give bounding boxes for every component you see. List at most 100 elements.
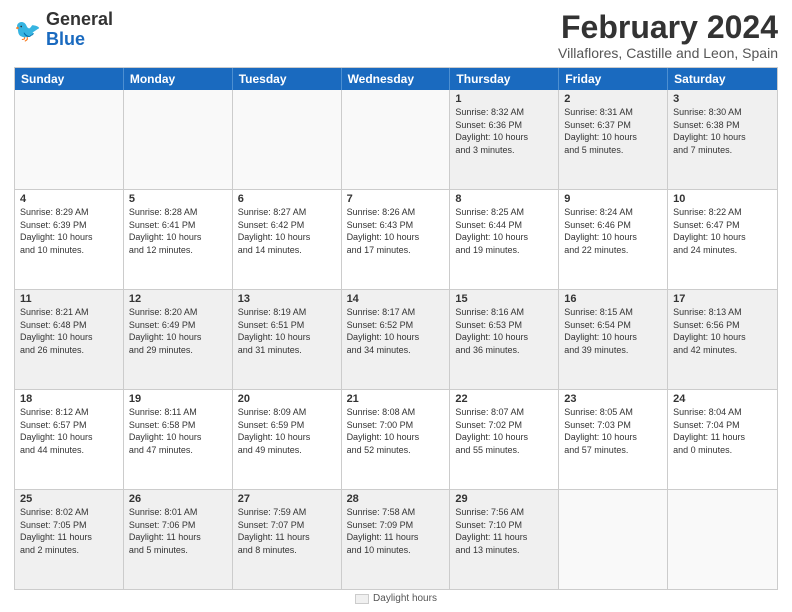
calendar-cell: 20Sunrise: 8:09 AM Sunset: 6:59 PM Dayli… bbox=[233, 390, 342, 489]
day-info: Sunrise: 8:01 AM Sunset: 7:06 PM Dayligh… bbox=[129, 506, 227, 556]
day-info: Sunrise: 8:20 AM Sunset: 6:49 PM Dayligh… bbox=[129, 306, 227, 356]
calendar-cell: 8Sunrise: 8:25 AM Sunset: 6:44 PM Daylig… bbox=[450, 190, 559, 289]
day-number: 21 bbox=[347, 393, 445, 405]
day-number: 28 bbox=[347, 493, 445, 505]
calendar-header: SundayMondayTuesdayWednesdayThursdayFrid… bbox=[15, 68, 777, 90]
day-info: Sunrise: 8:22 AM Sunset: 6:47 PM Dayligh… bbox=[673, 206, 772, 256]
calendar-cell: 28Sunrise: 7:58 AM Sunset: 7:09 PM Dayli… bbox=[342, 490, 451, 589]
subtitle: Villaflores, Castille and Leon, Spain bbox=[558, 45, 778, 61]
day-number: 14 bbox=[347, 293, 445, 305]
day-number: 15 bbox=[455, 293, 553, 305]
day-info: Sunrise: 8:11 AM Sunset: 6:58 PM Dayligh… bbox=[129, 406, 227, 456]
day-number: 16 bbox=[564, 293, 662, 305]
day-info: Sunrise: 8:31 AM Sunset: 6:37 PM Dayligh… bbox=[564, 106, 662, 156]
day-number: 1 bbox=[455, 93, 553, 105]
day-info: Sunrise: 8:12 AM Sunset: 6:57 PM Dayligh… bbox=[20, 406, 118, 456]
calendar-cell: 19Sunrise: 8:11 AM Sunset: 6:58 PM Dayli… bbox=[124, 390, 233, 489]
calendar-cell: 5Sunrise: 8:28 AM Sunset: 6:41 PM Daylig… bbox=[124, 190, 233, 289]
calendar-cell: 25Sunrise: 8:02 AM Sunset: 7:05 PM Dayli… bbox=[15, 490, 124, 589]
day-number: 23 bbox=[564, 393, 662, 405]
day-info: Sunrise: 8:19 AM Sunset: 6:51 PM Dayligh… bbox=[238, 306, 336, 356]
calendar-cell: 3Sunrise: 8:30 AM Sunset: 6:38 PM Daylig… bbox=[668, 90, 777, 189]
day-info: Sunrise: 8:28 AM Sunset: 6:41 PM Dayligh… bbox=[129, 206, 227, 256]
calendar-cell: 10Sunrise: 8:22 AM Sunset: 6:47 PM Dayli… bbox=[668, 190, 777, 289]
calendar-cell: 1Sunrise: 8:32 AM Sunset: 6:36 PM Daylig… bbox=[450, 90, 559, 189]
day-number: 4 bbox=[20, 193, 118, 205]
calendar-cell: 2Sunrise: 8:31 AM Sunset: 6:37 PM Daylig… bbox=[559, 90, 668, 189]
day-number: 27 bbox=[238, 493, 336, 505]
legend-box bbox=[355, 594, 369, 604]
calendar-cell: 18Sunrise: 8:12 AM Sunset: 6:57 PM Dayli… bbox=[15, 390, 124, 489]
calendar-row-0: 1Sunrise: 8:32 AM Sunset: 6:36 PM Daylig… bbox=[15, 90, 777, 189]
title-area: February 2024 Villaflores, Castille and … bbox=[558, 10, 778, 61]
legend-label: Daylight hours bbox=[373, 593, 437, 604]
calendar: SundayMondayTuesdayWednesdayThursdayFrid… bbox=[14, 67, 778, 590]
calendar-cell: 14Sunrise: 8:17 AM Sunset: 6:52 PM Dayli… bbox=[342, 290, 451, 389]
day-number: 26 bbox=[129, 493, 227, 505]
day-info: Sunrise: 7:58 AM Sunset: 7:09 PM Dayligh… bbox=[347, 506, 445, 556]
day-info: Sunrise: 7:56 AM Sunset: 7:10 PM Dayligh… bbox=[455, 506, 553, 556]
calendar-cell: 27Sunrise: 7:59 AM Sunset: 7:07 PM Dayli… bbox=[233, 490, 342, 589]
day-number: 20 bbox=[238, 393, 336, 405]
day-info: Sunrise: 8:21 AM Sunset: 6:48 PM Dayligh… bbox=[20, 306, 118, 356]
day-number: 29 bbox=[455, 493, 553, 505]
calendar-cell bbox=[668, 490, 777, 589]
calendar-cell: 23Sunrise: 8:05 AM Sunset: 7:03 PM Dayli… bbox=[559, 390, 668, 489]
day-number: 2 bbox=[564, 93, 662, 105]
month-title: February 2024 bbox=[558, 10, 778, 45]
logo-line2: Blue bbox=[46, 29, 85, 49]
calendar-cell: 16Sunrise: 8:15 AM Sunset: 6:54 PM Dayli… bbox=[559, 290, 668, 389]
calendar-cell: 29Sunrise: 7:56 AM Sunset: 7:10 PM Dayli… bbox=[450, 490, 559, 589]
day-info: Sunrise: 8:30 AM Sunset: 6:38 PM Dayligh… bbox=[673, 106, 772, 156]
calendar-row-2: 11Sunrise: 8:21 AM Sunset: 6:48 PM Dayli… bbox=[15, 289, 777, 389]
calendar-cell: 6Sunrise: 8:27 AM Sunset: 6:42 PM Daylig… bbox=[233, 190, 342, 289]
day-number: 7 bbox=[347, 193, 445, 205]
calendar-cell: 15Sunrise: 8:16 AM Sunset: 6:53 PM Dayli… bbox=[450, 290, 559, 389]
calendar-cell: 13Sunrise: 8:19 AM Sunset: 6:51 PM Dayli… bbox=[233, 290, 342, 389]
header: 🐦 General Blue February 2024 Villaflores… bbox=[14, 10, 778, 61]
day-number: 5 bbox=[129, 193, 227, 205]
calendar-row-1: 4Sunrise: 8:29 AM Sunset: 6:39 PM Daylig… bbox=[15, 189, 777, 289]
day-number: 18 bbox=[20, 393, 118, 405]
day-number: 19 bbox=[129, 393, 227, 405]
day-number: 8 bbox=[455, 193, 553, 205]
day-info: Sunrise: 8:15 AM Sunset: 6:54 PM Dayligh… bbox=[564, 306, 662, 356]
calendar-cell: 4Sunrise: 8:29 AM Sunset: 6:39 PM Daylig… bbox=[15, 190, 124, 289]
calendar-cell bbox=[342, 90, 451, 189]
day-info: Sunrise: 8:26 AM Sunset: 6:43 PM Dayligh… bbox=[347, 206, 445, 256]
day-number: 9 bbox=[564, 193, 662, 205]
day-header-tuesday: Tuesday bbox=[233, 68, 342, 90]
day-info: Sunrise: 7:59 AM Sunset: 7:07 PM Dayligh… bbox=[238, 506, 336, 556]
svg-text:🐦: 🐦 bbox=[14, 18, 41, 43]
calendar-cell bbox=[124, 90, 233, 189]
day-info: Sunrise: 8:25 AM Sunset: 6:44 PM Dayligh… bbox=[455, 206, 553, 256]
day-info: Sunrise: 8:07 AM Sunset: 7:02 PM Dayligh… bbox=[455, 406, 553, 456]
calendar-cell: 21Sunrise: 8:08 AM Sunset: 7:00 PM Dayli… bbox=[342, 390, 451, 489]
day-number: 25 bbox=[20, 493, 118, 505]
day-number: 6 bbox=[238, 193, 336, 205]
day-info: Sunrise: 8:32 AM Sunset: 6:36 PM Dayligh… bbox=[455, 106, 553, 156]
day-info: Sunrise: 8:17 AM Sunset: 6:52 PM Dayligh… bbox=[347, 306, 445, 356]
calendar-cell: 22Sunrise: 8:07 AM Sunset: 7:02 PM Dayli… bbox=[450, 390, 559, 489]
calendar-cell: 9Sunrise: 8:24 AM Sunset: 6:46 PM Daylig… bbox=[559, 190, 668, 289]
day-info: Sunrise: 8:02 AM Sunset: 7:05 PM Dayligh… bbox=[20, 506, 118, 556]
day-info: Sunrise: 8:16 AM Sunset: 6:53 PM Dayligh… bbox=[455, 306, 553, 356]
calendar-cell: 24Sunrise: 8:04 AM Sunset: 7:04 PM Dayli… bbox=[668, 390, 777, 489]
day-info: Sunrise: 8:08 AM Sunset: 7:00 PM Dayligh… bbox=[347, 406, 445, 456]
calendar-row-4: 25Sunrise: 8:02 AM Sunset: 7:05 PM Dayli… bbox=[15, 489, 777, 589]
calendar-cell: 12Sunrise: 8:20 AM Sunset: 6:49 PM Dayli… bbox=[124, 290, 233, 389]
day-info: Sunrise: 8:09 AM Sunset: 6:59 PM Dayligh… bbox=[238, 406, 336, 456]
day-header-sunday: Sunday bbox=[15, 68, 124, 90]
day-number: 3 bbox=[673, 93, 772, 105]
calendar-cell: 11Sunrise: 8:21 AM Sunset: 6:48 PM Dayli… bbox=[15, 290, 124, 389]
calendar-cell bbox=[15, 90, 124, 189]
day-number: 24 bbox=[673, 393, 772, 405]
logo: 🐦 General Blue bbox=[14, 10, 113, 50]
day-number: 22 bbox=[455, 393, 553, 405]
page: 🐦 General Blue February 2024 Villaflores… bbox=[0, 0, 792, 612]
day-info: Sunrise: 8:04 AM Sunset: 7:04 PM Dayligh… bbox=[673, 406, 772, 456]
calendar-row-3: 18Sunrise: 8:12 AM Sunset: 6:57 PM Dayli… bbox=[15, 389, 777, 489]
day-number: 11 bbox=[20, 293, 118, 305]
day-number: 17 bbox=[673, 293, 772, 305]
day-number: 13 bbox=[238, 293, 336, 305]
